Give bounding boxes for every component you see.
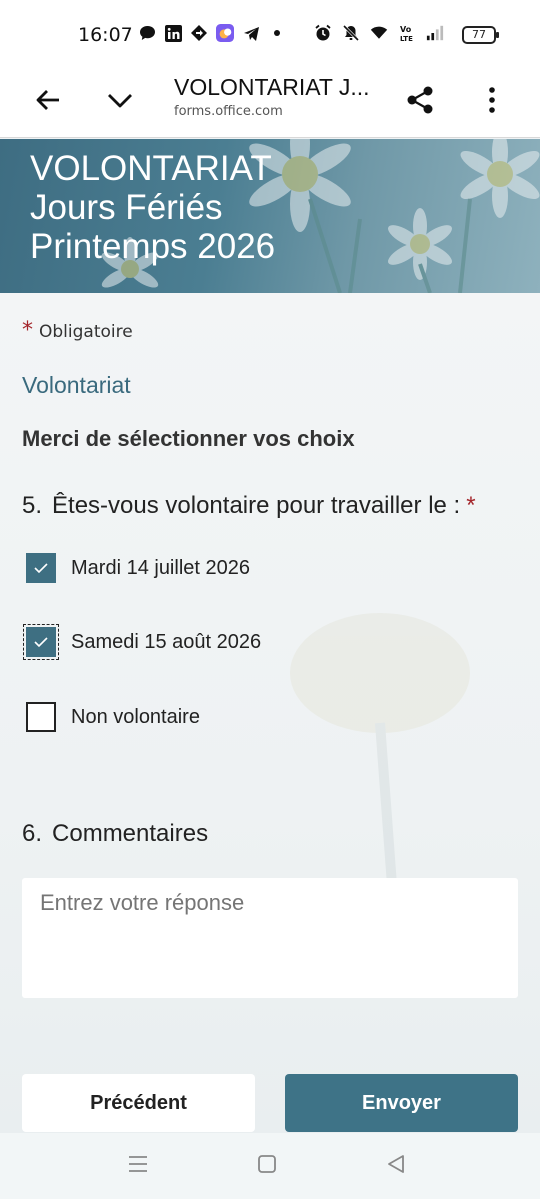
browser-toolbar: VOLONTARIAT J... forms.office.com: [0, 70, 540, 138]
navigation-icon: [190, 24, 208, 42]
chevron-down-icon: [106, 86, 134, 118]
question-5-title: 5. Êtes-vous volontaire pour travailler l…: [22, 492, 476, 520]
status-time: 16:07: [78, 24, 133, 46]
svg-text:LTE: LTE: [400, 35, 413, 42]
checkbox-checked[interactable]: [23, 624, 59, 660]
system-navigation-bar: [0, 1133, 540, 1199]
option-mardi-14-juillet[interactable]: Mardi 14 juillet 2026: [26, 552, 250, 584]
status-bar: 16:07 Vo LTE 77: [0, 0, 540, 70]
section-description: Merci de sélectionner vos choix: [22, 426, 355, 451]
home-icon: [257, 1154, 277, 1178]
dot-icon: [268, 24, 286, 42]
required-legend: * Obligatoire: [22, 318, 133, 343]
checkbox-unchecked[interactable]: [26, 702, 56, 732]
question-text: Commentaires: [52, 820, 209, 847]
mute-icon: [342, 24, 360, 42]
submit-button[interactable]: Envoyer: [285, 1074, 518, 1132]
previous-button[interactable]: Précédent: [22, 1074, 255, 1132]
option-label: Mardi 14 juillet 2026: [71, 556, 250, 579]
recents-icon: [127, 1155, 149, 1177]
status-notification-icons: [138, 24, 286, 42]
share-icon: [405, 85, 435, 119]
question-6-title: 6. Commentaires: [22, 820, 208, 848]
battery-indicator: 77: [462, 26, 499, 44]
back-icon: [386, 1154, 406, 1178]
required-star: *: [22, 318, 33, 343]
section-title: Volontariat: [22, 372, 131, 398]
more-options-button[interactable]: [470, 80, 514, 124]
page-title: VOLONTARIAT J...: [174, 74, 370, 100]
app-icon: [216, 24, 234, 42]
checkbox-checked[interactable]: [26, 553, 56, 583]
back-arrow-icon: [34, 86, 62, 118]
system-back-button[interactable]: [383, 1153, 409, 1179]
status-system-icons: Vo LTE: [314, 24, 444, 42]
recents-button[interactable]: [125, 1153, 151, 1179]
linkedin-icon: [164, 24, 182, 42]
option-samedi-15-aout[interactable]: Samedi 15 août 2026: [23, 624, 262, 660]
svg-text:Vo: Vo: [400, 25, 412, 34]
question-number: 6.: [22, 820, 43, 847]
share-button[interactable]: [398, 80, 442, 124]
question-text: Êtes-vous volontaire pour travailler le …: [52, 492, 461, 519]
back-button[interactable]: [26, 80, 70, 124]
option-non-volontaire[interactable]: Non volontaire: [26, 701, 200, 733]
chat-bubble-icon: [138, 24, 156, 42]
form-banner: VOLONTARIAT Jours Fériés Printemps 2026: [0, 139, 540, 293]
collapse-button[interactable]: [98, 80, 142, 124]
wifi-icon: [370, 24, 388, 42]
telegram-icon: [242, 24, 260, 42]
signal-icon: [426, 24, 444, 42]
volte-icon: Vo LTE: [398, 24, 416, 42]
comment-input[interactable]: [22, 878, 518, 998]
home-button[interactable]: [254, 1153, 280, 1179]
required-label: Obligatoire: [39, 322, 133, 342]
alarm-icon: [314, 24, 332, 42]
required-star: *: [466, 492, 476, 519]
more-vert-icon: [488, 86, 496, 118]
option-label: Non volontaire: [71, 705, 200, 728]
question-number: 5.: [22, 492, 43, 519]
option-label: Samedi 15 août 2026: [71, 630, 262, 653]
page-url: forms.office.com: [174, 104, 283, 119]
checkmark-icon: [33, 633, 49, 652]
checkmark-icon: [33, 559, 49, 578]
form-title: VOLONTARIAT Jours Fériés Printemps 2026: [30, 149, 276, 266]
